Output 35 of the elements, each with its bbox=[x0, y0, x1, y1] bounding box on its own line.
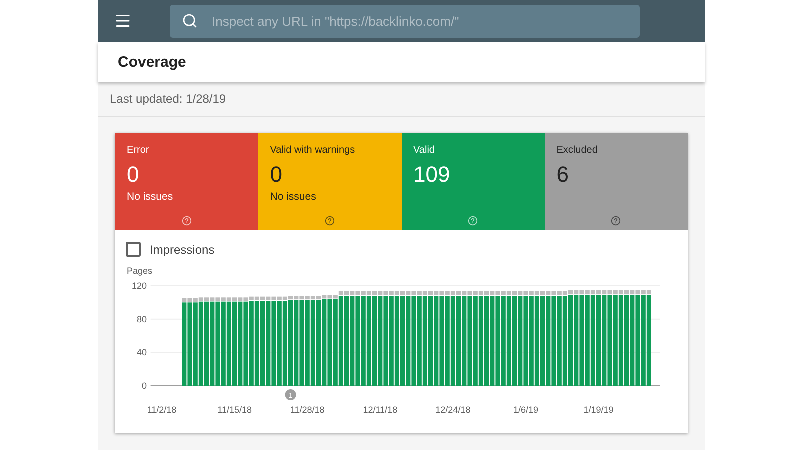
tile-count: 109 bbox=[414, 162, 450, 188]
last-updated: Last updated: 1/28/19 bbox=[98, 82, 705, 117]
help-icon[interactable] bbox=[611, 216, 622, 226]
tick-label: 120 bbox=[132, 281, 147, 291]
menu-icon[interactable] bbox=[114, 12, 132, 30]
tick-label: 11/2/18 bbox=[147, 405, 177, 415]
tick-label: 0 bbox=[142, 381, 147, 391]
tick-label: 11/15/18 bbox=[218, 405, 252, 415]
tile-count: 0 bbox=[270, 162, 282, 188]
tile-label: Valid bbox=[414, 145, 435, 156]
tick-label: 12/11/18 bbox=[363, 405, 398, 415]
tile-label: Error bbox=[127, 145, 150, 156]
tick-label: 11/28/18 bbox=[290, 405, 325, 415]
status-tile[interactable]: Excluded 6 bbox=[544, 133, 688, 230]
tick-label: 80 bbox=[136, 314, 147, 324]
page-title: Coverage bbox=[118, 54, 186, 70]
checkbox-label: Impressions bbox=[150, 242, 215, 256]
tick-label: 40 bbox=[136, 348, 147, 358]
status-tile[interactable]: Valid with warnings 0 No issues bbox=[258, 133, 402, 230]
checkbox[interactable] bbox=[126, 242, 141, 257]
tile-label: Excluded bbox=[556, 145, 598, 156]
search-field[interactable]: Inspect any URL in "https://backlinko.com/" bbox=[170, 4, 640, 38]
tile-count: 0 bbox=[127, 162, 140, 188]
tile-note: No issues bbox=[270, 191, 316, 203]
search-icon bbox=[182, 13, 198, 29]
status-tile[interactable]: Error 0 No issues bbox=[115, 133, 258, 230]
tile-count: 6 bbox=[556, 162, 569, 188]
axis-label: Pages bbox=[127, 266, 153, 276]
status-tile[interactable]: Valid 109 bbox=[402, 133, 545, 230]
tile-note: No issues bbox=[127, 191, 174, 203]
tick-label: 1/6/19 bbox=[513, 405, 539, 415]
tile-label: Valid with warnings bbox=[270, 145, 356, 156]
tick-label: 1/19/19 bbox=[584, 405, 614, 415]
help-icon[interactable] bbox=[324, 216, 335, 226]
tick-label: 12/24/18 bbox=[436, 405, 471, 415]
